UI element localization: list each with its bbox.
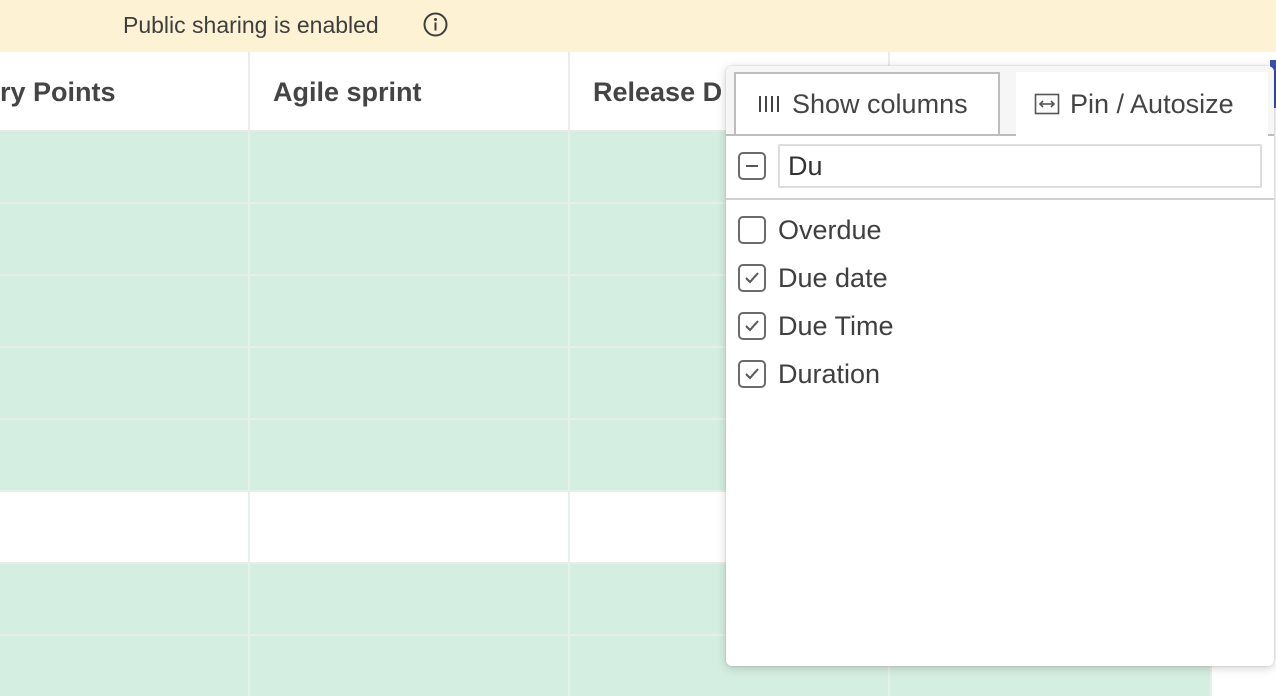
table-cell[interactable] [0, 132, 250, 204]
column-menu-tabs: Show columns Pin / Autosize [726, 66, 1274, 136]
public-sharing-banner: Public sharing is enabled [0, 0, 1276, 52]
check-icon [745, 272, 759, 284]
info-icon[interactable] [423, 12, 448, 37]
table-cell[interactable] [250, 348, 570, 420]
table-cell[interactable] [250, 276, 570, 348]
table-cell[interactable] [250, 204, 570, 276]
table-cell[interactable] [0, 420, 250, 492]
column-header-agile-sprint[interactable]: Agile sprint [250, 52, 570, 132]
table-cell[interactable] [0, 636, 250, 696]
table-cell[interactable] [0, 276, 250, 348]
table-cell[interactable] [0, 348, 250, 420]
banner-text: Public sharing is enabled [123, 12, 379, 38]
select-all-checkbox[interactable] [738, 152, 766, 180]
column-option-label: Due date [778, 263, 888, 293]
column-filter-input[interactable] [778, 144, 1262, 188]
column-option-duration[interactable]: Duration [726, 350, 1274, 398]
tab-pin-autosize[interactable]: Pin / Autosize [1016, 72, 1268, 136]
column-checkbox[interactable] [738, 264, 766, 292]
check-icon [745, 320, 759, 332]
column-menu-popup: Show columns Pin / Autosize Overdue [726, 66, 1274, 666]
column-checkbox[interactable] [738, 312, 766, 340]
table-cell[interactable] [0, 204, 250, 276]
column-checkbox[interactable] [738, 360, 766, 388]
columns-icon [756, 91, 782, 117]
column-header-label: Release D [593, 77, 723, 107]
table-cell[interactable] [250, 420, 570, 492]
column-option-label: Due Time [778, 311, 894, 341]
column-option-due-time[interactable]: Due Time [726, 302, 1274, 350]
resize-horizontal-icon [1034, 91, 1060, 117]
column-header-story-points[interactable]: ry Points [0, 52, 250, 132]
column-filter-row [726, 138, 1274, 200]
table-cell[interactable] [250, 564, 570, 636]
column-header-label: ry Points [0, 77, 116, 107]
table-cell[interactable] [0, 564, 250, 636]
column-option-label: Overdue [778, 215, 882, 245]
table-cell[interactable] [0, 492, 250, 564]
column-option-label: Duration [778, 359, 881, 389]
tab-show-columns[interactable]: Show columns [734, 72, 1000, 134]
table-cell[interactable] [250, 636, 570, 696]
table-cell[interactable] [250, 492, 570, 564]
table-cell[interactable] [250, 132, 570, 204]
check-icon [745, 368, 759, 380]
tab-label: Show columns [792, 88, 968, 119]
column-option-due-date[interactable]: Due date [726, 254, 1274, 302]
tab-label: Pin / Autosize [1070, 88, 1234, 119]
column-checkbox[interactable] [738, 216, 766, 244]
column-header-label: Agile sprint [273, 77, 422, 107]
column-option-overdue[interactable]: Overdue [726, 206, 1274, 254]
